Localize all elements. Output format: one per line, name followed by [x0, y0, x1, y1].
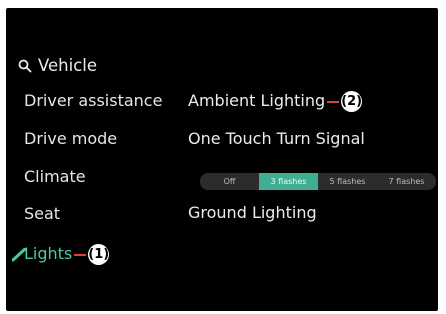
search-icon[interactable] — [18, 58, 32, 73]
menu-title: Vehicle — [38, 55, 98, 75]
setting-label: Ground Lighting — [188, 203, 317, 222]
menu-item-label: Driver assistance — [24, 91, 163, 110]
setting-ground-lighting[interactable]: Ground Lighting — [188, 202, 317, 224]
menu-item-label: Climate — [24, 167, 86, 186]
menu-item-label: Seat — [24, 204, 61, 223]
check-icon — [11, 246, 27, 262]
menu-item-driver-assistance[interactable]: Driver assistance — [24, 90, 162, 112]
option-3-flashes[interactable]: 3 flashes — [259, 173, 318, 190]
setting-ambient-lighting[interactable]: Ambient Lighting (2) — [188, 90, 363, 112]
turn-signal-flash-selector: Off 3 flashes 5 flashes 7 flashes — [200, 173, 436, 190]
callout-line — [74, 253, 87, 256]
setting-label: Ambient Lighting — [188, 91, 326, 110]
vehicle-settings-screen: Vehicle Driver assistance Drive mode Cli… — [6, 8, 438, 311]
menu-item-label: Lights — [24, 244, 73, 263]
option-5-flashes[interactable]: 5 flashes — [318, 173, 377, 190]
menu-item-climate[interactable]: Climate — [24, 166, 86, 188]
callout-badge-1: (1) — [88, 244, 110, 265]
menu-item-seat[interactable]: Seat — [24, 203, 60, 225]
setting-label: One Touch Turn Signal — [188, 129, 365, 148]
menu-item-label: Drive mode — [24, 129, 118, 148]
option-off[interactable]: Off — [200, 173, 259, 190]
setting-one-touch-turn-signal: One Touch Turn Signal — [188, 128, 365, 150]
callout-badge-2: (2) — [341, 91, 363, 112]
menu-item-lights[interactable]: Lights (1) — [11, 243, 110, 265]
option-7-flashes[interactable]: 7 flashes — [377, 173, 436, 190]
menu-item-drive-mode[interactable]: Drive mode — [24, 128, 117, 150]
callout-line — [327, 100, 340, 103]
menu-header: Vehicle — [18, 54, 97, 76]
